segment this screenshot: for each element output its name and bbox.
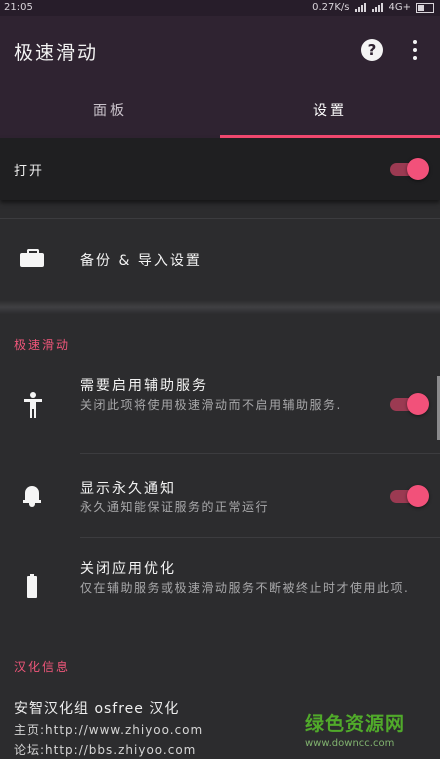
watermark: 绿色资源网 www.downcc.com <box>305 709 435 749</box>
backup-row-title: 备份 & 导入设置 <box>80 253 202 269</box>
master-switch-label: 打开 <box>14 164 45 179</box>
status-bar: 21:05 0.27K/s 4G+ <box>0 0 440 16</box>
signal-icon-2 <box>371 3 384 12</box>
bell-icon <box>23 485 41 507</box>
item-title: 显示永久通知 <box>80 481 176 497</box>
signal-icon <box>354 3 367 12</box>
section-header-speed-slide: 极速滑动 <box>14 338 71 352</box>
master-switch-row[interactable]: 打开 <box>0 138 440 200</box>
help-icon[interactable]: ? <box>361 39 383 61</box>
app-title: 极速滑动 <box>14 42 99 64</box>
accessibility-toggle[interactable] <box>388 392 432 416</box>
app-screen: 21:05 0.27K/s 4G+ 极速滑动 ? 面板 设置 打开 备份 & 导… <box>0 0 440 759</box>
network-type: 4G+ <box>388 2 412 13</box>
section-header-translation: 汉化信息 <box>14 660 71 674</box>
credit-forum: 论坛:http://bbs.zhiyoo.com <box>14 743 197 757</box>
item-title: 需要启用辅助服务 <box>80 378 208 394</box>
briefcase-icon <box>20 249 44 267</box>
watermark-url: www.downcc.com <box>305 738 395 749</box>
battery-status-icon <box>416 2 434 13</box>
divider <box>80 537 440 538</box>
credit-title: 安智汉化组 osfree 汉化 <box>14 701 180 717</box>
item-subtitle: 关闭此项将使用极速滑动而不启用辅助服务. <box>80 398 342 412</box>
watermark-main: 绿色资源网 <box>305 713 406 735</box>
toggle-thumb <box>407 158 429 180</box>
item-subtitle: 仅在辅助服务或极速滑动服务不断被终止时才使用此项. <box>80 581 410 595</box>
master-toggle[interactable] <box>388 157 432 181</box>
battery-icon <box>27 574 37 598</box>
item-subtitle: 永久通知能保证服务的正常运行 <box>80 500 270 514</box>
divider <box>80 453 440 454</box>
more-options-icon[interactable] <box>412 40 418 62</box>
section-divider <box>0 300 440 314</box>
tab-panel[interactable]: 面板 <box>0 84 220 138</box>
toggle-thumb <box>407 485 429 507</box>
status-indicators: 0.27K/s 4G+ <box>312 2 434 13</box>
app-bar: 极速滑动 ? 面板 设置 <box>0 16 440 138</box>
item-title: 关闭应用优化 <box>80 561 176 577</box>
toggle-thumb <box>407 393 429 415</box>
divider <box>0 218 440 219</box>
network-speed: 0.27K/s <box>312 2 350 13</box>
status-time: 21:05 <box>4 2 33 13</box>
tab-settings[interactable]: 设置 <box>220 84 440 138</box>
accessibility-icon <box>24 392 42 418</box>
notification-toggle[interactable] <box>388 484 432 508</box>
credit-homepage: 主页:http://www.zhiyoo.com <box>14 723 204 737</box>
